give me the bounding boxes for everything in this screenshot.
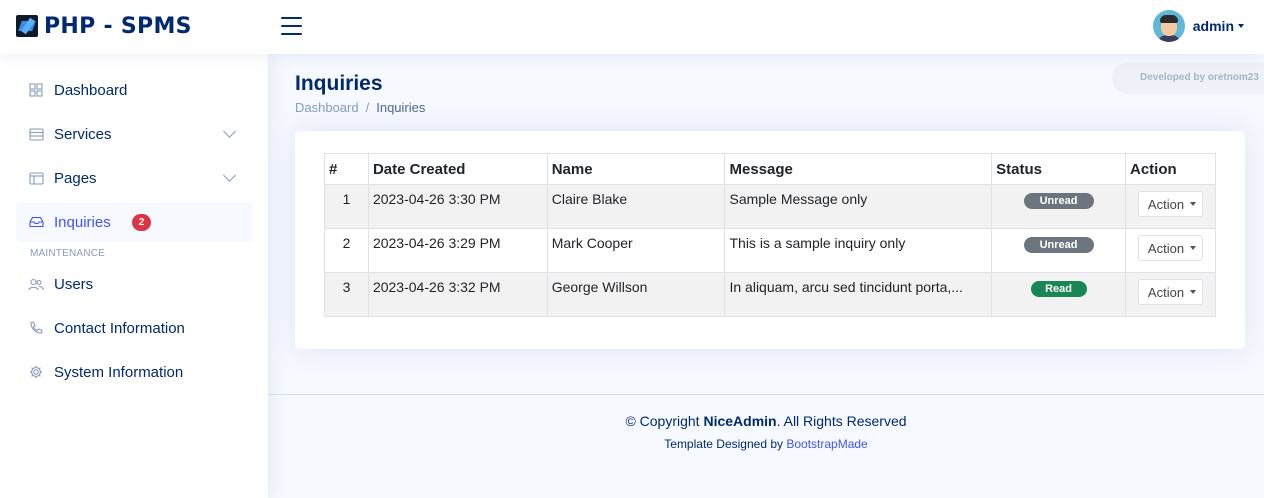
status-badge: Unread [1023,193,1094,209]
row-number: 1 [324,184,369,229]
sidebar-item-system-information[interactable]: System Information [16,352,252,392]
row-name: Mark Cooper [546,228,726,273]
nav-heading-maintenance: MAINTENANCE [30,248,105,259]
sidebar-item-dashboard[interactable]: Dashboard [16,70,252,110]
credits-prefix: Template Designed by [664,437,787,451]
table-row: 1 2023-04-26 3:30 PM Claire Blake Sample… [324,184,1216,229]
row-message: In aliquam, arcu sed tincidunt porta,... [724,272,993,317]
column-header: # [324,153,369,185]
sidebar-item-pages[interactable]: Pages [16,158,252,198]
caret-down-icon [1190,290,1197,294]
credits: Template Designed by BootstrapMade [268,437,1264,451]
breadcrumb: Dashboard / Inquiries [295,100,425,115]
avatar [1152,10,1185,42]
sidebar-item-label: Contact Information [54,319,185,337]
row-date: 2023-04-26 3:32 PM [367,272,548,317]
sidebar-item-services[interactable]: Services [16,114,252,154]
breadcrumb-link-dashboard[interactable]: Dashboard [295,100,359,115]
chevron-down-icon [223,169,236,182]
copyright-prefix: © Copyright [625,413,704,429]
logo[interactable]: PHP - SPMS [16,12,192,40]
copyright-suffix: . All Rights Reserved [776,413,907,429]
sidebar-item-label: System Information [54,363,184,381]
sidebar-item-users[interactable]: Users [16,264,252,304]
copyright-brand: NiceAdmin [703,413,777,429]
inquiries-card: # Date Created Name Message Status Actio… [295,131,1245,349]
copyright: © Copyright NiceAdmin. All Rights Reserv… [268,413,1264,429]
row-date: 2023-04-26 3:30 PM [367,184,548,229]
row-message: This is a sample inquiry only [724,228,993,273]
page-title: Inquiries [295,72,383,95]
sidebar-item-label: Services [54,125,112,143]
logo-icon [16,15,38,37]
row-name: Claire Blake [546,184,726,229]
table-header-row: # Date Created Name Message Status Actio… [324,153,1216,185]
sidebar: Dashboard Services Pages Inquiries 2 MAI… [0,54,268,498]
top-header: PHP - SPMS admin [0,0,1264,54]
inbox-icon [28,214,44,230]
status-badge: Read [1030,281,1087,297]
action-dropdown-button[interactable]: Action [1137,235,1204,261]
sidebar-item-label: Pages [54,169,97,187]
layout-icon [28,170,44,186]
sidebar-item-inquiries[interactable]: Inquiries 2 [16,202,252,242]
profile-menu[interactable]: admin [1152,10,1244,42]
profile-name: admin [1192,18,1234,34]
row-name: George Willson [546,272,726,317]
sidebar-toggle-icon[interactable] [281,17,302,35]
developer-credit: Developed by oretnom23 [1112,62,1264,94]
logo-text: PHP - SPMS [44,13,192,39]
gear-icon [28,364,44,380]
status-badge: Unread [1023,237,1094,253]
action-label: Action [1147,196,1185,212]
column-header: Status [991,153,1126,185]
row-date: 2023-04-26 3:29 PM [367,228,548,273]
action-label: Action [1147,284,1185,300]
caret-down-icon [1190,202,1197,206]
action-label: Action [1147,240,1185,256]
people-icon [28,276,44,292]
column-header: Name [546,153,726,185]
sidebar-item-label: Dashboard [54,81,128,99]
table-row: 3 2023-04-26 3:32 PM George Willson In a… [324,272,1216,317]
row-message: Sample Message only [724,184,993,229]
phone-icon [28,320,44,336]
sidebar-item-contact-information[interactable]: Contact Information [16,308,252,348]
breadcrumb-current: Inquiries [376,100,426,115]
column-header: Action [1125,153,1216,185]
column-header: Message [724,153,993,185]
action-dropdown-button[interactable]: Action [1137,191,1204,217]
table-row: 2 2023-04-26 3:29 PM Mark Cooper This is… [324,228,1216,273]
footer: © Copyright NiceAdmin. All Rights Reserv… [268,394,1264,498]
breadcrumb-separator: / [365,100,370,115]
inquiries-table: # Date Created Name Message Status Actio… [324,153,1216,317]
inquiry-count-badge: 2 [132,214,151,231]
action-dropdown-button[interactable]: Action [1137,279,1204,305]
chevron-down-icon [1238,24,1244,28]
list-icon [28,126,44,142]
caret-down-icon [1190,246,1197,250]
row-number: 3 [324,272,369,317]
bootstrapmade-link[interactable]: BootstrapMade [786,437,867,451]
column-header: Date Created [367,153,548,185]
sidebar-item-label: Users [54,275,94,293]
chevron-down-icon [223,125,236,138]
grid-icon [28,82,44,98]
row-number: 2 [324,228,369,273]
